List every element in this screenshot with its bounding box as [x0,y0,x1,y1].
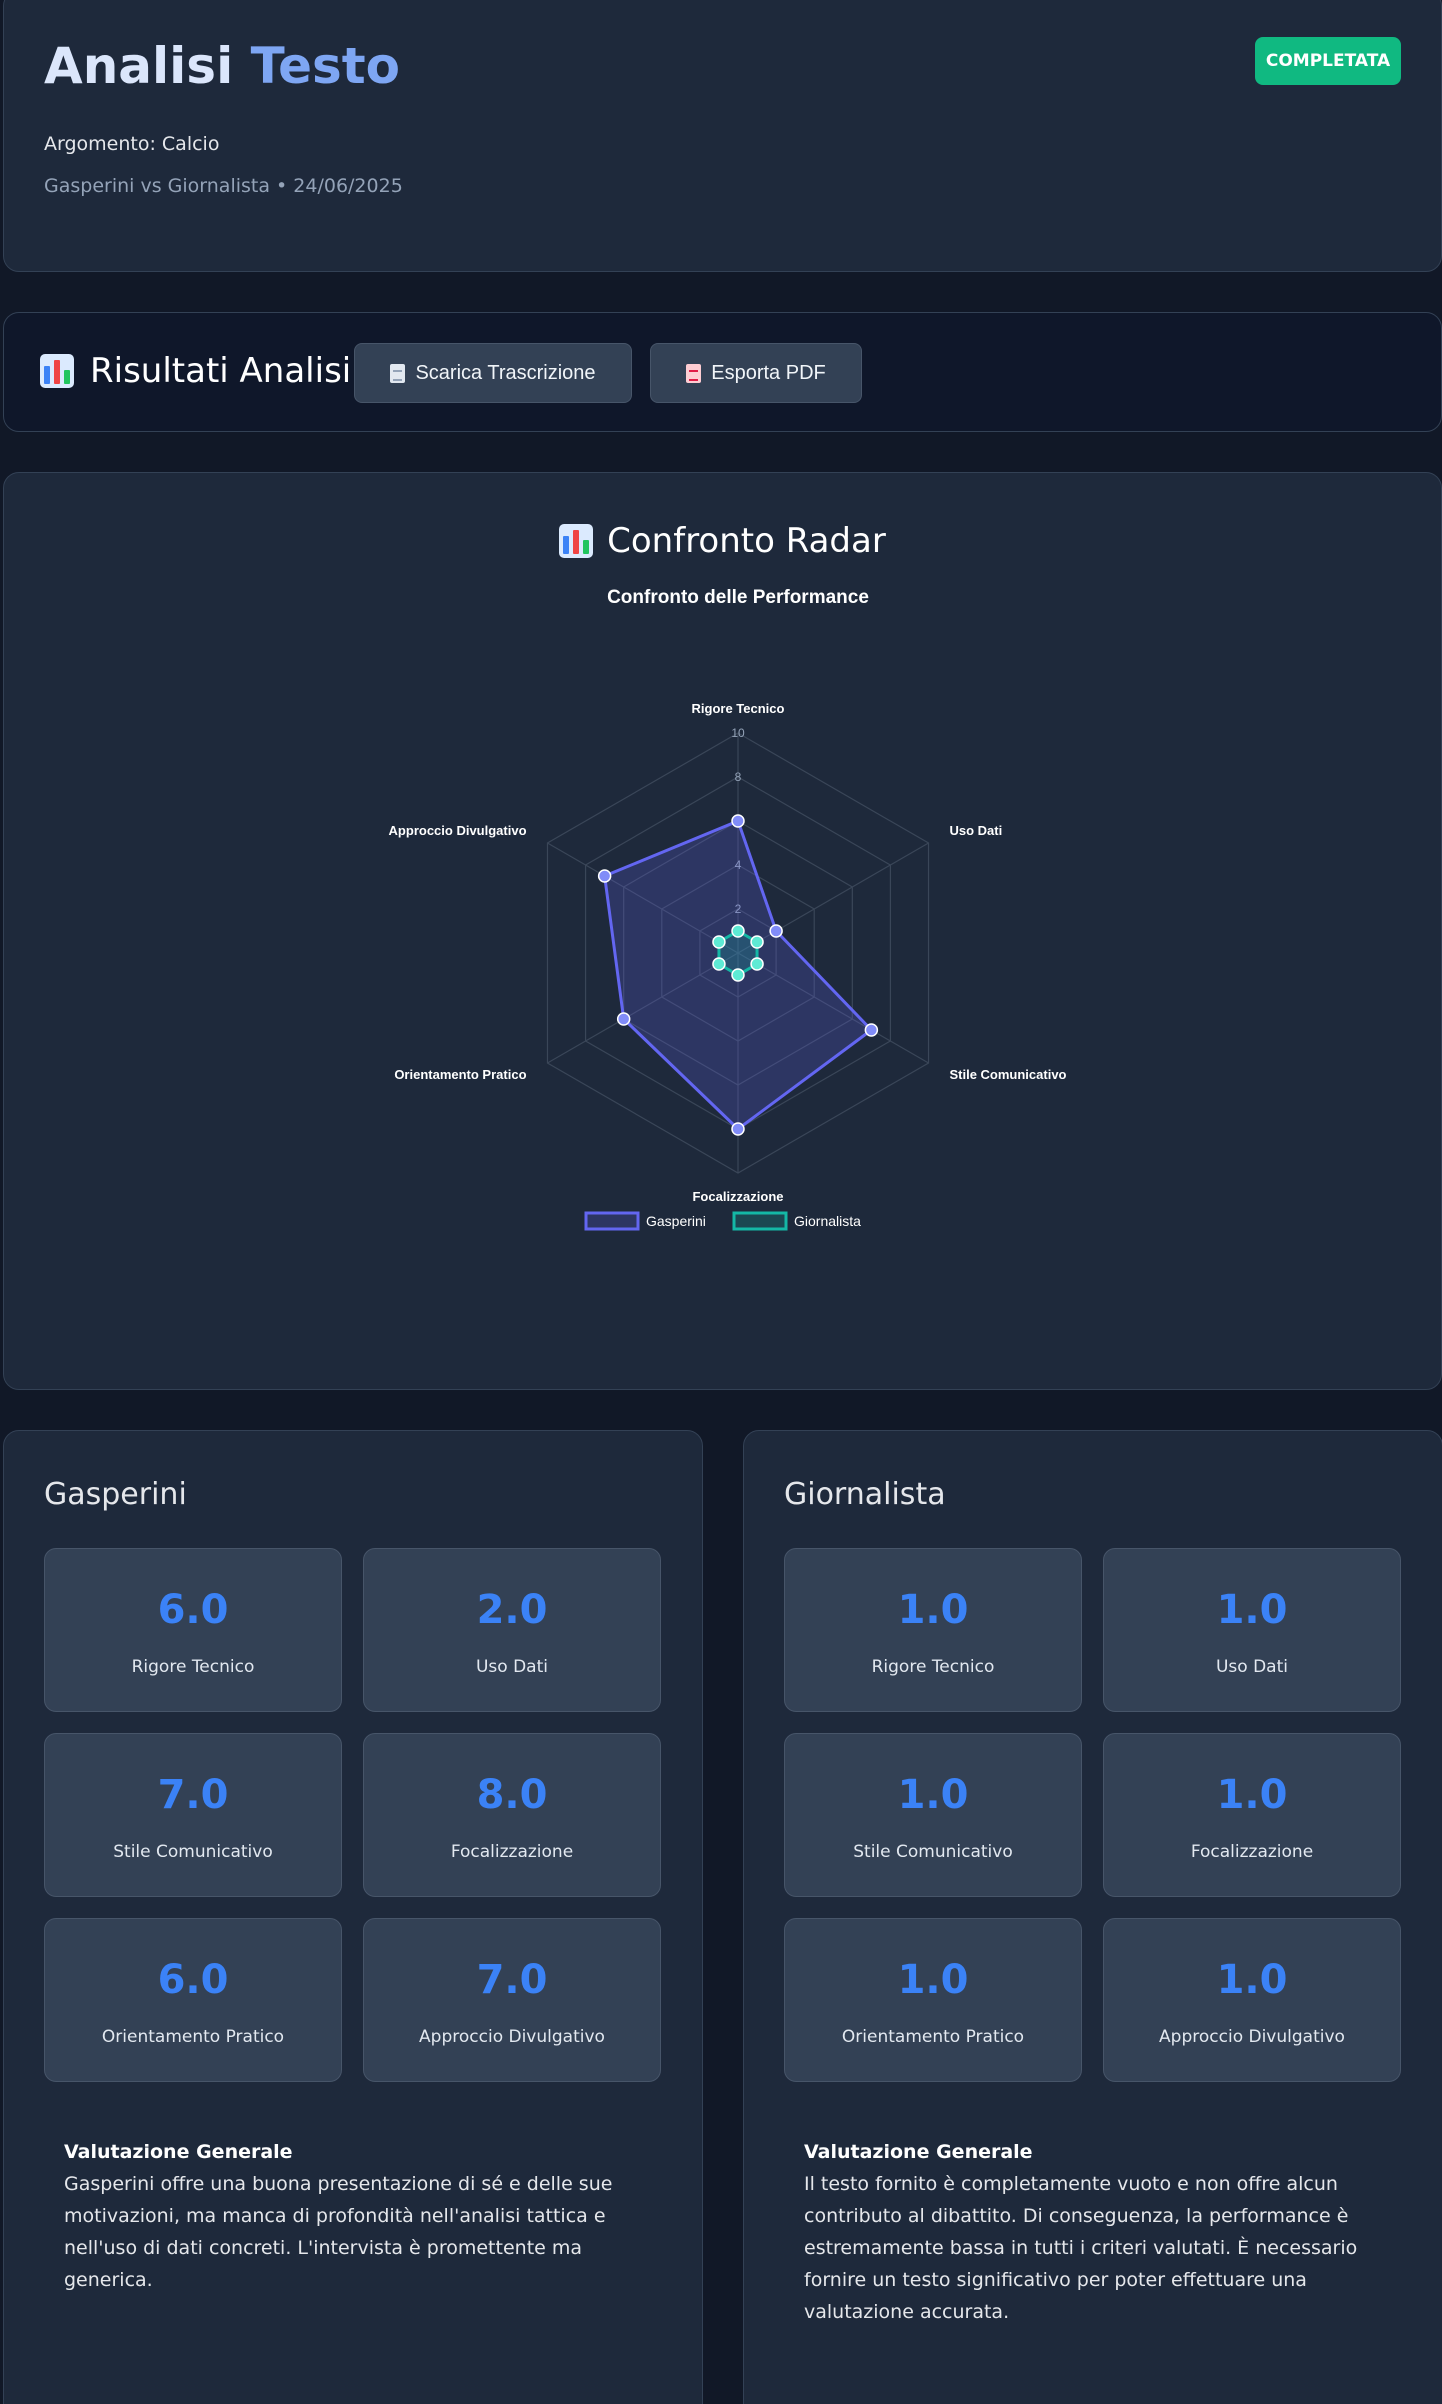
radar-point [616,1012,631,1026]
status-badge: COMPLETATA [1255,37,1401,85]
score-label: Rigore Tecnico [131,1657,255,1677]
analysis-header: Analisi Testo COMPLETATA Argomento: Calc… [3,0,1442,272]
general-evaluation-text: Il testo fornito è completamente vuoto e… [804,2173,1358,2323]
download-transcript-button[interactable]: Scarica Trascrizione [354,343,632,403]
person-name: Gasperini [44,1477,187,1512]
score-box: 1.0 Uso Dati [1103,1548,1401,1712]
radar-axis-label: Approccio Divulgativo [389,823,527,838]
score-value: 1.0 [1216,1772,1288,1818]
general-evaluation-text: Gasperini offre una buona presentazione … [64,2173,613,2291]
score-label: Focalizzazione [1190,1842,1314,1862]
score-label: Approccio Divulgativo [419,2027,605,2047]
score-box: 6.0 Orientamento Pratico [44,1918,342,2082]
score-label: Uso Dati [475,1657,548,1677]
score-value: 7.0 [476,1957,548,2003]
legend-swatch [732,1211,788,1231]
score-label: Approccio Divulgativo [1159,2027,1345,2047]
score-value: 2.0 [476,1587,548,1633]
general-evaluation-title: Valutazione Generale [64,2141,293,2163]
evaluation-card-giornalista: Giornalista 1.0 Rigore Tecnico 1.0 Uso D… [743,1430,1442,2404]
score-value: 6.0 [157,1957,229,2003]
general-evaluation: Valutazione Generale Il testo fornito è … [804,2136,1394,2328]
radar-tick-label: 10 [731,726,745,740]
radar-axis-label: Uso Dati [949,823,1002,838]
score-box: 1.0 Rigore Tecnico [784,1548,1082,1712]
legend-label: Giornalista [794,1213,861,1229]
radar-point [750,957,764,971]
score-value: 8.0 [476,1772,548,1818]
radar-point [712,935,726,949]
topic-label: Argomento: Calcio [44,133,220,155]
radar-point [864,1023,879,1037]
score-box: 2.0 Uso Dati [363,1548,661,1712]
results-title: Risultati Analisi [40,351,351,391]
score-box: 7.0 Approccio Divulgativo [363,1918,661,2082]
radar-point [712,957,726,971]
score-value: 7.0 [157,1772,229,1818]
bar-chart-icon [40,354,74,388]
score-box: 1.0 Approccio Divulgativo [1103,1918,1401,2082]
radar-axis-label: Rigore Tecnico [692,701,785,716]
page-title: Analisi Testo [44,37,400,95]
radar-heading-text: Confronto Radar [607,521,886,561]
radar-axis-label: Stile Comunicativo [949,1067,1066,1082]
score-box: 1.0 Orientamento Pratico [784,1918,1082,2082]
radar-point [731,814,745,828]
document-icon [390,363,406,383]
score-label: Stile Comunicativo [853,1842,1013,1862]
radar-point [731,968,745,982]
score-box: 8.0 Focalizzazione [363,1733,661,1897]
general-evaluation-title: Valutazione Generale [804,2141,1033,2163]
score-box: 1.0 Stile Comunicativo [784,1733,1082,1897]
export-pdf-label: Esporta PDF [711,361,826,384]
bar-chart-icon [559,524,594,558]
radar-point [731,924,745,938]
radar-point [769,924,783,938]
general-evaluation: Valutazione Generale Gasperini offre una… [64,2136,654,2296]
page-title-part2: Testo [250,37,401,95]
score-box: 6.0 Rigore Tecnico [44,1548,342,1712]
results-title-text: Risultati Analisi [90,351,352,391]
radar-point [597,869,612,883]
export-pdf-button[interactable]: Esporta PDF [650,343,862,403]
score-label: Orientamento Pratico [101,2027,285,2047]
radar-point [750,935,764,949]
score-box: 1.0 Focalizzazione [1103,1733,1401,1897]
score-value: 1.0 [897,1587,969,1633]
radar-point [731,1122,745,1136]
page-title-part1: Analisi [44,37,234,95]
score-label: Rigore Tecnico [871,1657,995,1677]
chart-title: Confronto delle Performance [607,587,869,608]
evaluation-card-gasperini: Gasperini 6.0 Rigore Tecnico 2.0 Uso Dat… [3,1430,703,2404]
legend-swatch [584,1211,640,1231]
person-name: Giornalista [784,1477,946,1512]
score-value: 1.0 [897,1772,969,1818]
score-label: Uso Dati [1215,1657,1288,1677]
pdf-icon [686,363,702,383]
radar-heading: Confronto Radar [4,521,1441,561]
radar-axis-label: Orientamento Pratico [394,1067,526,1082]
radar-card: Confronto Radar Confronto delle Performa… [3,472,1442,1390]
radar-axis-label: Focalizzazione [692,1189,783,1204]
score-value: 6.0 [157,1587,229,1633]
score-label: Orientamento Pratico [841,2027,1025,2047]
meta-info: Gasperini vs Giornalista • 24/06/2025 [44,175,403,197]
results-toolbar: Risultati Analisi Scarica Trascrizione E… [3,312,1442,432]
legend-label: Gasperini [646,1213,706,1229]
score-label: Stile Comunicativo [113,1842,273,1862]
score-value: 1.0 [1216,1957,1288,2003]
radar-chart: Confronto delle Performance246810Rigore … [389,587,1067,1231]
download-transcript-label: Scarica Trascrizione [415,361,596,384]
score-value: 1.0 [897,1957,969,2003]
score-value: 1.0 [1216,1587,1288,1633]
score-box: 7.0 Stile Comunicativo [44,1733,342,1897]
radar-tick-label: 8 [735,770,742,784]
score-label: Focalizzazione [450,1842,574,1862]
